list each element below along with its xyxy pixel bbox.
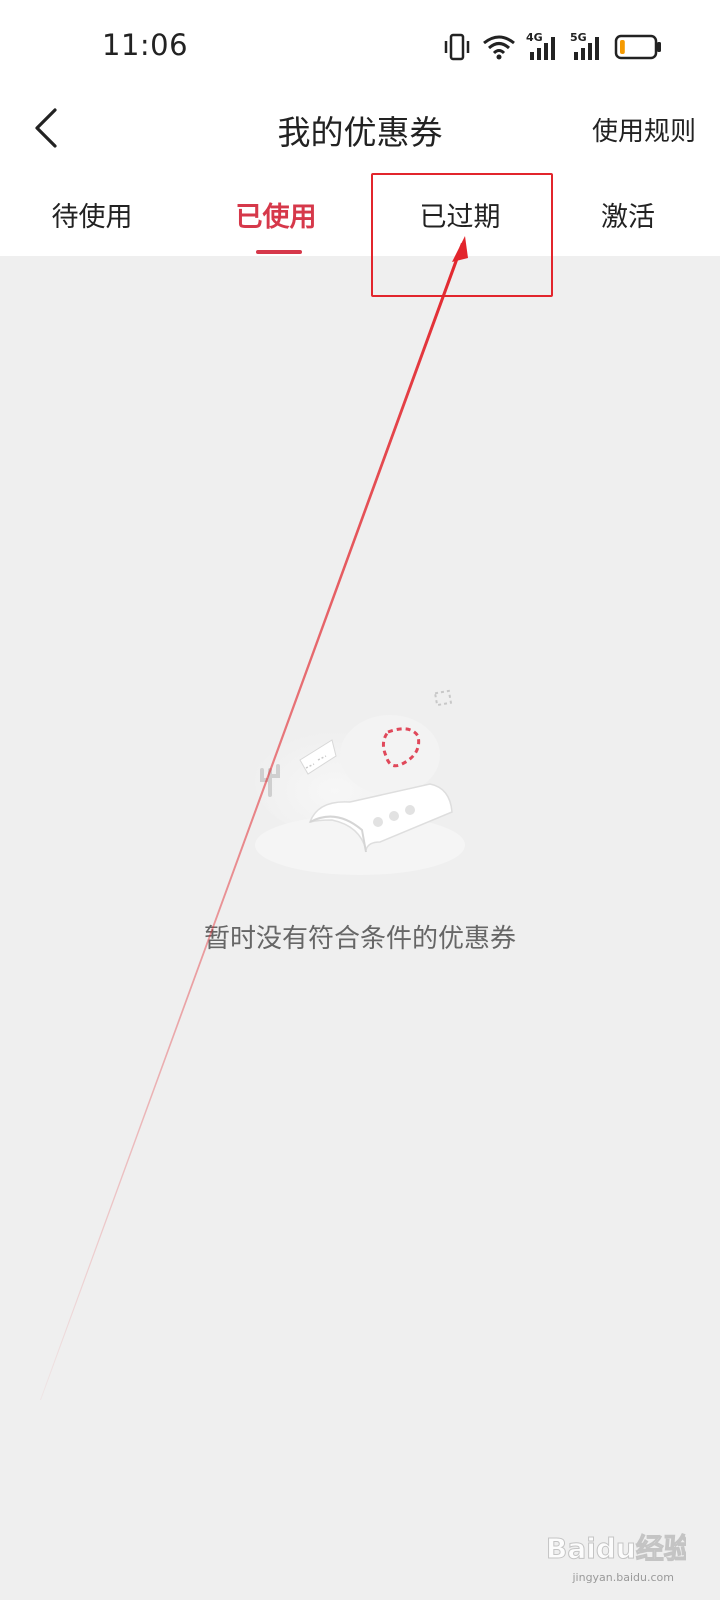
5g-signal-icon: 5G [570,32,604,62]
coupon-tabs: 待使用 已使用 已过期 激活 [0,166,720,256]
tab-unused[interactable]: 待使用 [2,166,182,256]
usage-rules-link[interactable]: 使用规则 [592,111,696,148]
baidu-jingyan-watermark: Baidu经验 [546,1524,693,1570]
watermark-brand: Baidu经验 [546,1532,686,1565]
watermark-site: jingyan.baidu.com [572,1571,674,1584]
empty-state-message: 暂时没有符合条件的优惠券 [203,924,516,954]
tab-used[interactable]: 已使用 [186,166,366,256]
header: 我的优惠券 使用规则 [0,96,720,166]
empty-coupon-illustration [240,680,480,880]
wifi-icon [482,33,516,61]
battery-icon [614,34,662,60]
4g-signal-icon: 4G [526,32,560,62]
active-tab-indicator [256,250,302,254]
tab-expired[interactable]: 已过期 [370,166,550,256]
status-bar: 11:06 4G 5G [0,0,720,96]
status-time: 11:06 [102,28,189,62]
tab-activate[interactable]: 激活 [538,166,718,256]
vibrate-icon [442,32,472,62]
status-icons: 4G 5G [442,30,662,64]
battery-fill [620,40,625,54]
